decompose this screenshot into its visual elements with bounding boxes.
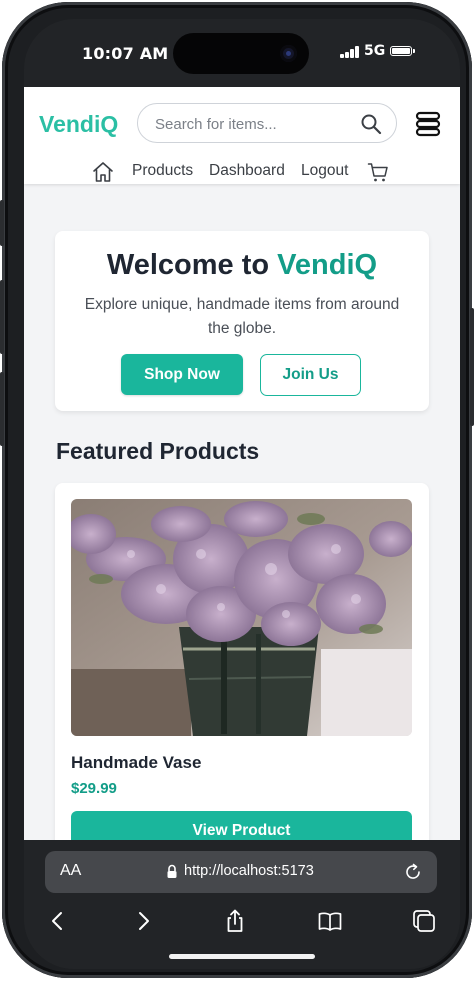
shop-now-button[interactable]: Shop Now — [121, 354, 243, 395]
hero-title: Welcome to VendiQ — [55, 249, 429, 282]
hero-card: Welcome to VendiQ Explore unique, handma… — [55, 231, 429, 411]
product-price: $29.99 — [71, 780, 117, 797]
hero-title-prefix: Welcome to — [106, 249, 278, 281]
phone-frame: 10:07 AM 5G VendiQ Search for items... P… — [0, 2, 474, 978]
view-product-button[interactable]: View Product — [71, 811, 412, 840]
hero-title-brand: VendiQ — [277, 249, 378, 281]
share-icon[interactable] — [222, 908, 248, 934]
volume-up-button — [0, 280, 4, 354]
tabs-icon[interactable] — [411, 908, 437, 934]
search-input[interactable] — [153, 113, 347, 135]
search-icon[interactable] — [359, 112, 383, 136]
status-time: 10:07 AM — [82, 44, 169, 63]
browser-toolbar: AA http://localhost:5173 — [24, 840, 460, 969]
reload-icon[interactable] — [403, 862, 423, 882]
web-content[interactable]: VendiQ Search for items... Products Dash… — [24, 87, 460, 840]
back-icon[interactable] — [45, 908, 71, 934]
site-logo[interactable]: VendiQ — [39, 111, 118, 138]
join-us-button[interactable]: Join Us — [260, 354, 361, 396]
site-header: VendiQ Search for items... Products Dash… — [24, 87, 460, 184]
nav-dashboard-link[interactable]: Dashboard — [209, 162, 285, 180]
action-button — [0, 200, 4, 246]
address-bar[interactable]: AA http://localhost:5173 — [45, 851, 437, 893]
text-size-button[interactable]: AA — [60, 862, 81, 880]
signal-icon — [340, 46, 360, 58]
hero-subtitle: Explore unique, handmade items from arou… — [84, 296, 400, 337]
home-icon[interactable] — [91, 160, 115, 184]
product-image[interactable] — [71, 499, 412, 736]
nav-products-link[interactable]: Products — [132, 162, 193, 180]
url-text[interactable]: http://localhost:5173 — [184, 863, 314, 879]
camera-icon — [280, 45, 297, 62]
status-bar: 10:07 AM 5G — [24, 19, 460, 87]
dynamic-island — [173, 33, 309, 74]
forward-icon[interactable] — [130, 908, 156, 934]
lilac-vase-photo — [71, 499, 412, 736]
product-name: Handmade Vase — [71, 753, 202, 772]
search-box[interactable] — [137, 103, 397, 143]
bookmarks-icon[interactable] — [317, 908, 343, 934]
cart-icon[interactable] — [367, 161, 389, 183]
network-type: 5G — [364, 43, 386, 59]
battery-icon — [390, 46, 415, 56]
featured-products-heading: Featured Products — [56, 438, 260, 464]
power-button — [470, 308, 474, 426]
product-card: Handmade Vase $29.99 View Product — [55, 483, 429, 840]
volume-down-button — [0, 372, 4, 446]
screen: 10:07 AM 5G VendiQ Search for items... P… — [24, 19, 460, 969]
lock-icon — [167, 864, 177, 878]
menu-icon[interactable] — [415, 111, 441, 137]
nav-logout-link[interactable]: Logout — [301, 162, 348, 180]
home-indicator — [169, 954, 315, 959]
main-nav: Products Dashboard Logout — [24, 160, 460, 184]
